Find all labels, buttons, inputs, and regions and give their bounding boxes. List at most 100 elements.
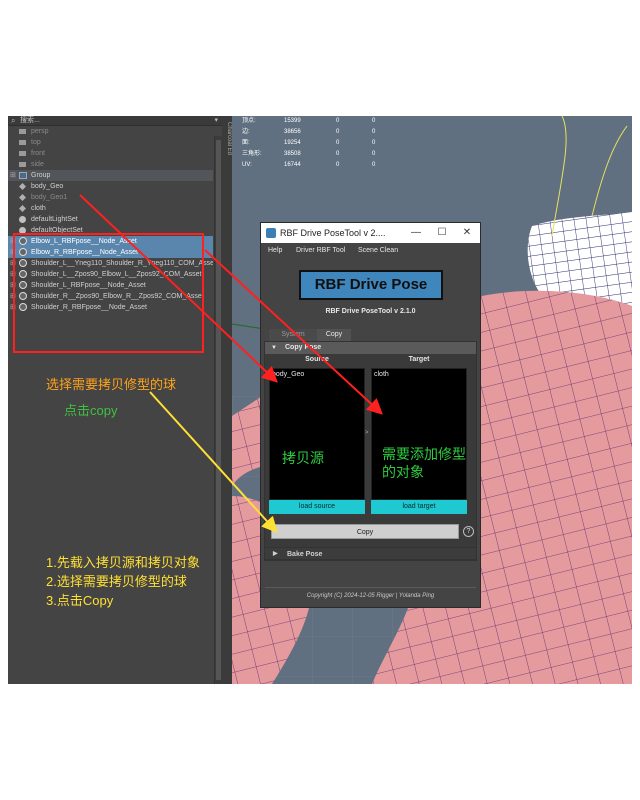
target-list[interactable]: cloth 需要添加修型 的对象	[371, 368, 467, 500]
mesh-icon-shape	[19, 194, 26, 201]
copy-pose-panel: ▼ Copy Pose Source Target body_Geo 拷贝源 >…	[264, 341, 477, 561]
group-icon-shape	[19, 172, 27, 179]
outliner-row-label: persp	[31, 128, 49, 135]
version-label: RBF Drive PoseTool v 2.1.0	[325, 308, 416, 315]
hud-label: 三角形:	[242, 151, 262, 157]
menu-help[interactable]: Help	[268, 243, 282, 259]
menu-bar: Help Driver RBF Tool Scene Clean	[261, 243, 480, 259]
hud-row: 三角形: 38508 0 0	[242, 149, 382, 159]
bake-pose-section-header[interactable]: ▶ Bake Pose	[264, 547, 477, 560]
hud-label: UV:	[242, 162, 252, 168]
menu-scene-clean[interactable]: Scene Clean	[358, 243, 398, 259]
outliner-row[interactable]: side	[8, 159, 213, 170]
load-target-button[interactable]: load target	[371, 500, 467, 514]
outliner-row-label: Group	[31, 172, 51, 179]
hud-value: 19254	[284, 140, 301, 146]
mesh-icon	[19, 205, 27, 212]
annotation-step-1: 1.先载入拷贝源和拷贝对象	[46, 555, 200, 570]
copy-button[interactable]: Copy	[271, 524, 459, 539]
maximize-button[interactable]: ☐	[429, 223, 455, 243]
bake-pose-title: Bake Pose	[287, 551, 323, 558]
selection-highlight-box	[13, 233, 204, 353]
outliner-row-label: side	[31, 161, 44, 168]
source-list-item[interactable]: body_Geo	[272, 371, 304, 378]
annotation-click-copy: 点击copy	[64, 403, 118, 418]
camera-icon-shape	[19, 162, 26, 167]
minimize-button[interactable]: —	[403, 223, 429, 243]
help-icon[interactable]: ?	[463, 526, 474, 537]
hud-row: 面: 19254 0 0	[242, 138, 382, 148]
expand-toggle-icon[interactable]: ⊞	[10, 170, 18, 181]
hud-value: 0	[372, 151, 376, 157]
menu-driver-rbf-tool[interactable]: Driver RBF Tool	[296, 243, 345, 259]
mesh-icon-shape	[19, 205, 26, 212]
window-titlebar[interactable]: RBF Drive PoseTool v 2.... — ☐ ✕	[261, 223, 480, 243]
outliner-row[interactable]: defaultLightSet	[8, 214, 213, 225]
camera-icon-shape	[19, 129, 26, 134]
hud-value: 0	[336, 140, 340, 146]
hud-label: 顶点:	[242, 118, 256, 124]
rbf-drive-posetool-window: RBF Drive PoseTool v 2.... — ☐ ✕ Help Dr…	[260, 222, 481, 608]
mesh-icon	[19, 183, 27, 190]
outliner-search-input[interactable]: 搜索...	[20, 116, 40, 126]
outliner-row-label: cloth	[31, 205, 46, 212]
hud-value: 16744	[284, 162, 301, 168]
hud-label: 面:	[242, 140, 250, 146]
tab-copy[interactable]: Copy	[317, 329, 351, 341]
outliner-row[interactable]: body_Geo1	[8, 192, 213, 203]
app-icon	[266, 228, 276, 238]
outliner-panel: ⌕ 搜索... ▾ persp top front side ⊞ Group body_Ge…	[8, 116, 222, 684]
source-note: 拷贝源	[282, 450, 324, 466]
target-note-line-1: 需要添加修型	[382, 446, 466, 462]
tab-system[interactable]: System	[269, 329, 317, 341]
close-button[interactable]: ✕	[454, 223, 480, 243]
outliner-row[interactable]: persp	[8, 126, 213, 137]
camera-icon	[19, 139, 27, 146]
scrollbar-thumb[interactable]	[216, 140, 221, 680]
expand-triangle-icon: ▼	[271, 345, 277, 351]
chevron-down-icon[interactable]: ▾	[214, 116, 218, 126]
outliner-row[interactable]: cloth	[8, 203, 213, 214]
camera-icon	[19, 161, 27, 168]
mesh-icon	[19, 194, 27, 201]
hud-value: 0	[336, 129, 340, 135]
tutorial-screenshot: ⌕ 搜索... ▾ persp top front side ⊞ Group body_Ge…	[0, 0, 640, 800]
annotation-step-3: 3.点击Copy	[46, 593, 114, 608]
source-list[interactable]: body_Geo 拷贝源	[269, 368, 365, 500]
target-list-item[interactable]: cloth	[374, 371, 389, 378]
hud-value: 0	[372, 162, 376, 168]
camera-icon-shape	[19, 151, 26, 156]
annotation-step-2: 2.选择需要拷贝修型的球	[46, 574, 187, 589]
outliner-scrollbar[interactable]	[214, 136, 222, 684]
outliner-search-bar[interactable]: ⌕ 搜索... ▾	[8, 116, 222, 126]
outliner-row-label: defaultLightSet	[31, 216, 78, 223]
outliner-row[interactable]: body_Geo	[8, 181, 213, 192]
hud-row: UV: 16744 0 0	[242, 160, 382, 170]
footer-divider	[265, 587, 476, 588]
hud-value: 0	[372, 129, 376, 135]
hud-value: 0	[336, 151, 340, 157]
camera-icon	[19, 128, 27, 135]
hud-value: 38656	[284, 129, 301, 135]
copy-pose-title: Copy Pose	[285, 344, 322, 351]
hud-row: 边: 38656 0 0	[242, 127, 382, 137]
load-source-button[interactable]: load source	[269, 500, 365, 514]
camera-icon	[19, 150, 27, 157]
hud-value: 0	[336, 118, 340, 124]
rbf-logo: RBF Drive Pose	[299, 270, 443, 300]
outliner-row[interactable]: ⊞ Group	[8, 170, 213, 181]
transfer-arrow-icon: >	[365, 430, 369, 436]
hud-value: 0	[372, 140, 376, 146]
set-icon	[19, 216, 27, 223]
target-header: Target	[408, 356, 430, 363]
hud-label: 边:	[242, 129, 250, 135]
side-panel-strip: Charcoal Ed	[222, 116, 232, 684]
outliner-row[interactable]: top	[8, 137, 213, 148]
target-note-line-2: 的对象	[382, 464, 424, 480]
outliner-row-label: front	[31, 150, 46, 157]
hud-value: 38508	[284, 151, 301, 157]
annotation-select-ball: 选择需要拷贝修型的球	[46, 377, 177, 392]
copyright-footer: Copyright (C) 2024-12-05 Rigger | Yoland…	[306, 593, 435, 599]
copy-pose-section-header[interactable]: ▼ Copy Pose	[265, 342, 476, 354]
outliner-row[interactable]: front	[8, 148, 213, 159]
